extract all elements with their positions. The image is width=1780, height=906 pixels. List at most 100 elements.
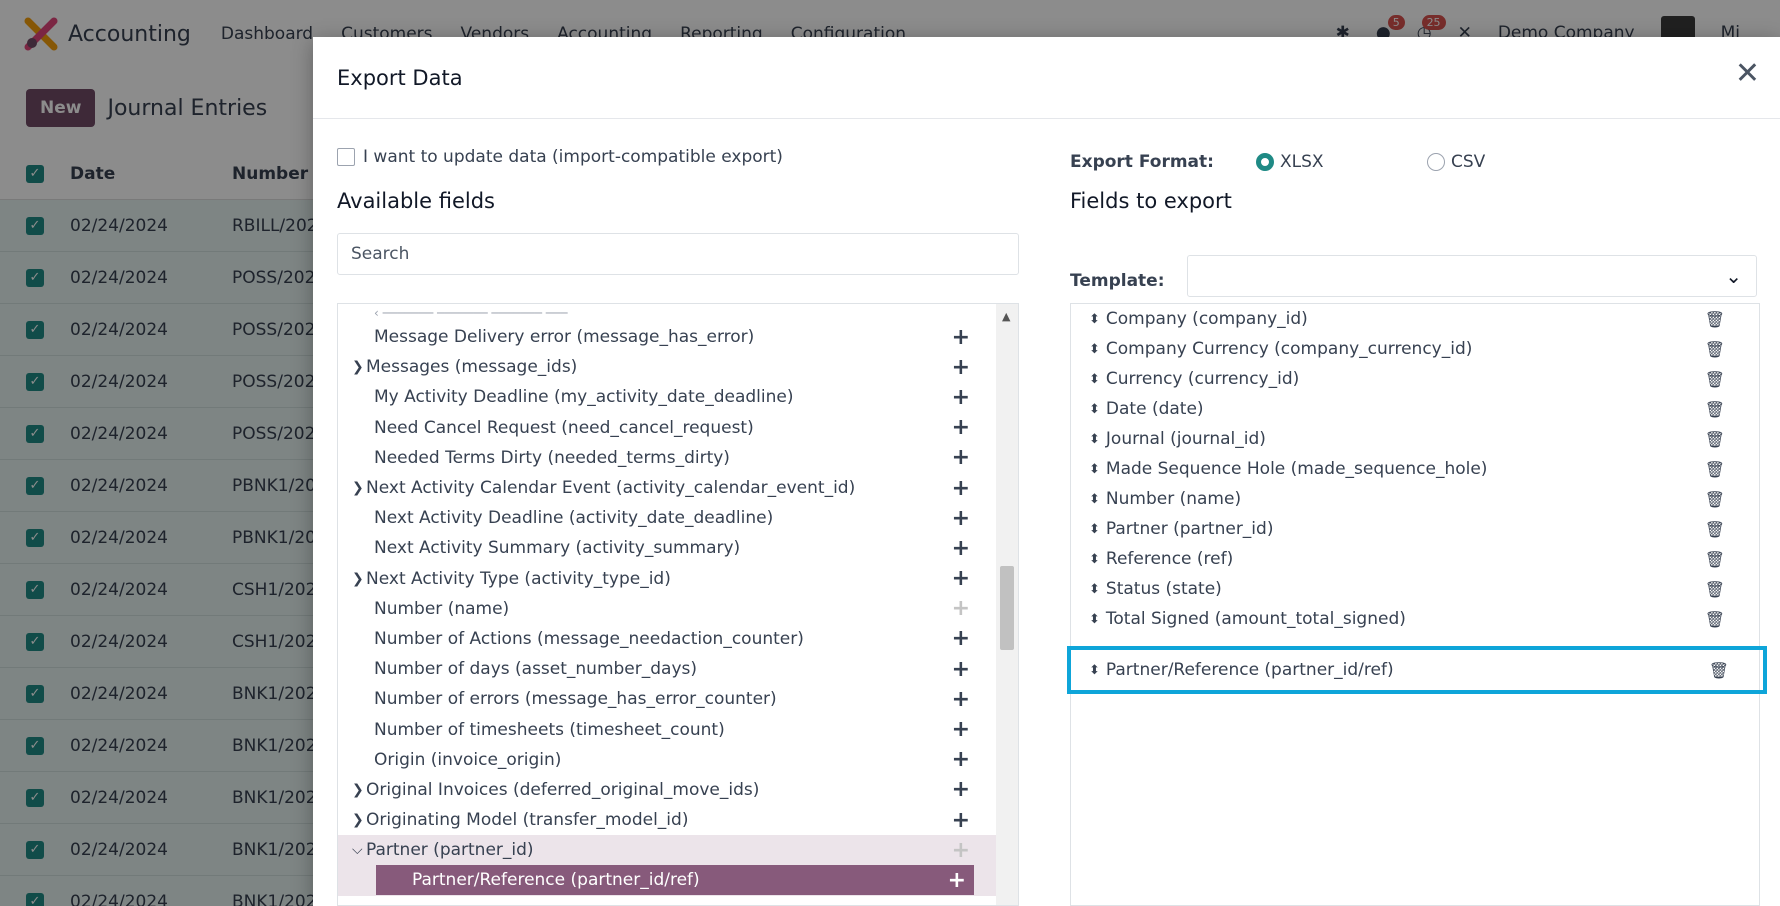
available-field-row[interactable]: ❯ Next Activity Calendar Event (activity_… (338, 473, 998, 503)
trash-icon[interactable]: 🗑 (1705, 340, 1725, 359)
available-field-child-row[interactable]: Partner/Reference (partner_id/ref) + (338, 865, 998, 896)
scroll-up-icon[interactable]: ▲ (1002, 310, 1010, 323)
export-field-row[interactable]: ⬍ Reference (ref) 🗑 (1071, 544, 1759, 574)
available-field-row[interactable]: Origin (invoice_origin) + (338, 745, 998, 775)
available-field-row[interactable]: Number of errors (message_has_error_coun… (338, 684, 998, 714)
trash-icon[interactable]: 🗑 (1705, 400, 1725, 419)
scrollbar[interactable]: ▲ (996, 304, 1018, 905)
add-field-icon[interactable]: + (952, 506, 970, 531)
trash-icon[interactable]: 🗑 (1705, 520, 1725, 539)
selected-child-field[interactable]: Partner/Reference (partner_id/ref) + (376, 865, 974, 896)
add-field-icon[interactable]: + (948, 868, 966, 893)
trash-icon[interactable]: 🗑 (1705, 430, 1725, 449)
format-csv-radio[interactable] (1427, 153, 1445, 171)
drag-sort-icon[interactable]: ⬍ (1089, 553, 1100, 566)
format-xlsx-option[interactable]: XLSX (1256, 152, 1324, 172)
available-field-row[interactable]: Number (name) + (338, 594, 998, 624)
template-select[interactable]: ⌄ (1187, 255, 1757, 297)
add-field-icon[interactable]: + (952, 717, 970, 742)
close-icon[interactable]: ✕ (1735, 59, 1760, 89)
add-field-icon[interactable]: + (952, 808, 970, 833)
available-field-row[interactable]: Message Delivery error (message_has_erro… (338, 322, 998, 352)
drag-sort-icon[interactable]: ⬍ (1089, 613, 1100, 626)
drag-sort-icon[interactable]: ⬍ (1089, 583, 1100, 596)
trash-icon[interactable]: 🗑 (1705, 580, 1725, 599)
chevron-right-icon[interactable]: ❯ (352, 571, 364, 587)
drag-sort-icon[interactable]: ⬍ (1089, 403, 1100, 416)
import-compatible-checkbox[interactable] (337, 148, 355, 166)
available-field-row[interactable]: Needed Terms Dirty (needed_terms_dirty) + (338, 443, 998, 473)
available-field-label: Partner (partner_id) (366, 840, 534, 861)
trash-icon[interactable]: 🗑 (1705, 550, 1725, 569)
available-field-row[interactable]: Next Activity Summary (activity_summary)… (338, 533, 998, 563)
add-field-icon[interactable]: + (952, 355, 970, 380)
add-field-icon[interactable]: + (952, 747, 970, 772)
export-field-row[interactable]: ⬍ Company (company_id) 🗑 (1071, 304, 1759, 334)
drag-sort-icon[interactable]: ⬍ (1089, 664, 1100, 677)
trash-icon[interactable]: 🗑 (1709, 661, 1729, 680)
trash-icon[interactable]: 🗑 (1705, 610, 1725, 629)
export-field-row[interactable]: ⬍ Made Sequence Hole (made_sequence_hole)… (1071, 454, 1759, 484)
chevron-right-icon[interactable]: ❯ (352, 480, 364, 496)
export-field-row[interactable]: ⬍ Date (date) 🗑 (1071, 394, 1759, 424)
export-field-row[interactable]: ⬍ Journal (journal_id) 🗑 (1071, 424, 1759, 454)
field-search-input[interactable] (337, 233, 1019, 275)
available-field-row-expanded[interactable]: ⌵ Partner (partner_id) + (338, 835, 998, 866)
highlighted-export-field-row[interactable]: ⬍ Partner/Reference (partner_id/ref) 🗑 (1067, 646, 1767, 694)
chevron-right-icon[interactable]: ❯ (352, 359, 364, 375)
trash-icon[interactable]: 🗑 (1705, 370, 1725, 389)
drag-sort-icon[interactable]: ⬍ (1089, 463, 1100, 476)
available-field-label: Originating Model (transfer_model_id) (366, 810, 689, 831)
available-field-row[interactable]: Need Cancel Request (need_cancel_request… (338, 413, 998, 443)
available-field-label: Next Activity Summary (activity_summary) (374, 538, 741, 559)
drag-sort-icon[interactable]: ⬍ (1089, 523, 1100, 536)
add-field-icon: + (951, 837, 970, 863)
available-field-row[interactable]: Next Activity Deadline (activity_date_de… (338, 503, 998, 533)
drag-sort-icon[interactable]: ⬍ (1089, 433, 1100, 446)
add-field-icon[interactable]: + (952, 415, 970, 440)
add-field-icon[interactable]: + (952, 657, 970, 682)
export-field-row[interactable]: ⬍ Currency (currency_id) 🗑 (1071, 364, 1759, 394)
add-field-icon[interactable]: + (952, 777, 970, 802)
chevron-right-icon[interactable]: ❯ (352, 782, 364, 798)
drag-sort-icon[interactable]: ⬍ (1089, 343, 1100, 356)
import-compatible-option[interactable]: I want to update data (import-compatible… (337, 147, 783, 167)
export-field-row[interactable]: ⬍ Partner (partner_id) 🗑 (1071, 514, 1759, 544)
chevron-right-icon[interactable]: ❯ (352, 812, 364, 828)
available-field-row[interactable]: ❯ Next Activity Type (activity_type_id) + (338, 564, 998, 594)
add-field-icon[interactable]: + (952, 687, 970, 712)
available-field-row[interactable]: Number of timesheets (timesheet_count) + (338, 714, 998, 744)
available-field-row[interactable]: ❯ Original Invoices (deferred_original_mo… (338, 775, 998, 805)
available-field-row[interactable]: My Activity Deadline (my_activity_date_d… (338, 382, 998, 412)
add-field-icon[interactable]: + (952, 566, 970, 591)
available-field-row[interactable]: Number of days (asset_number_days) + (338, 654, 998, 684)
available-field-row[interactable]: ❯ Messages (message_ids) + (338, 352, 998, 382)
export-field-row[interactable]: ⬍ Company Currency (company_currency_id) 🗑 (1071, 334, 1759, 364)
drag-sort-icon[interactable]: ⬍ (1089, 493, 1100, 506)
chevron-down-icon[interactable]: ⌵ (352, 842, 363, 858)
drag-sort-icon[interactable]: ⬍ (1089, 313, 1100, 326)
format-csv-option[interactable]: CSV (1427, 152, 1485, 172)
export-field-label: Partner (partner_id) (1105, 519, 1274, 539)
add-field-icon[interactable]: + (952, 385, 970, 410)
export-field-row[interactable]: ⬍ Total Signed (amount_total_signed) 🗑 (1071, 604, 1759, 634)
drag-sort-icon[interactable]: ⬍ (1089, 373, 1100, 386)
trash-icon[interactable]: 🗑 (1705, 310, 1725, 329)
trash-icon[interactable]: 🗑 (1705, 460, 1725, 479)
available-field-row[interactable]: Number of Actions (message_needaction_co… (338, 624, 998, 654)
add-field-icon[interactable]: + (952, 325, 970, 350)
available-field-row[interactable]: ❯ Originating Model (transfer_model_id) + (338, 805, 998, 835)
add-field-icon[interactable]: + (952, 626, 970, 651)
add-field-icon[interactable]: + (952, 536, 970, 561)
export-field-label: Status (state) (1105, 579, 1222, 599)
chevron-down-icon: ⌄ (1725, 264, 1742, 288)
scrollbar-thumb[interactable] (1000, 566, 1014, 650)
available-field-label: Number of timesheets (timesheet_count) (374, 719, 725, 740)
export-field-row[interactable]: ⬍ Status (state) 🗑 (1071, 574, 1759, 604)
add-field-icon[interactable]: + (952, 476, 970, 501)
available-field-label: Needed Terms Dirty (needed_terms_dirty) (374, 447, 730, 468)
export-field-row[interactable]: ⬍ Number (name) 🗑 (1071, 484, 1759, 514)
trash-icon[interactable]: 🗑 (1705, 490, 1725, 509)
format-xlsx-radio[interactable] (1256, 153, 1274, 171)
add-field-icon[interactable]: + (952, 445, 970, 470)
